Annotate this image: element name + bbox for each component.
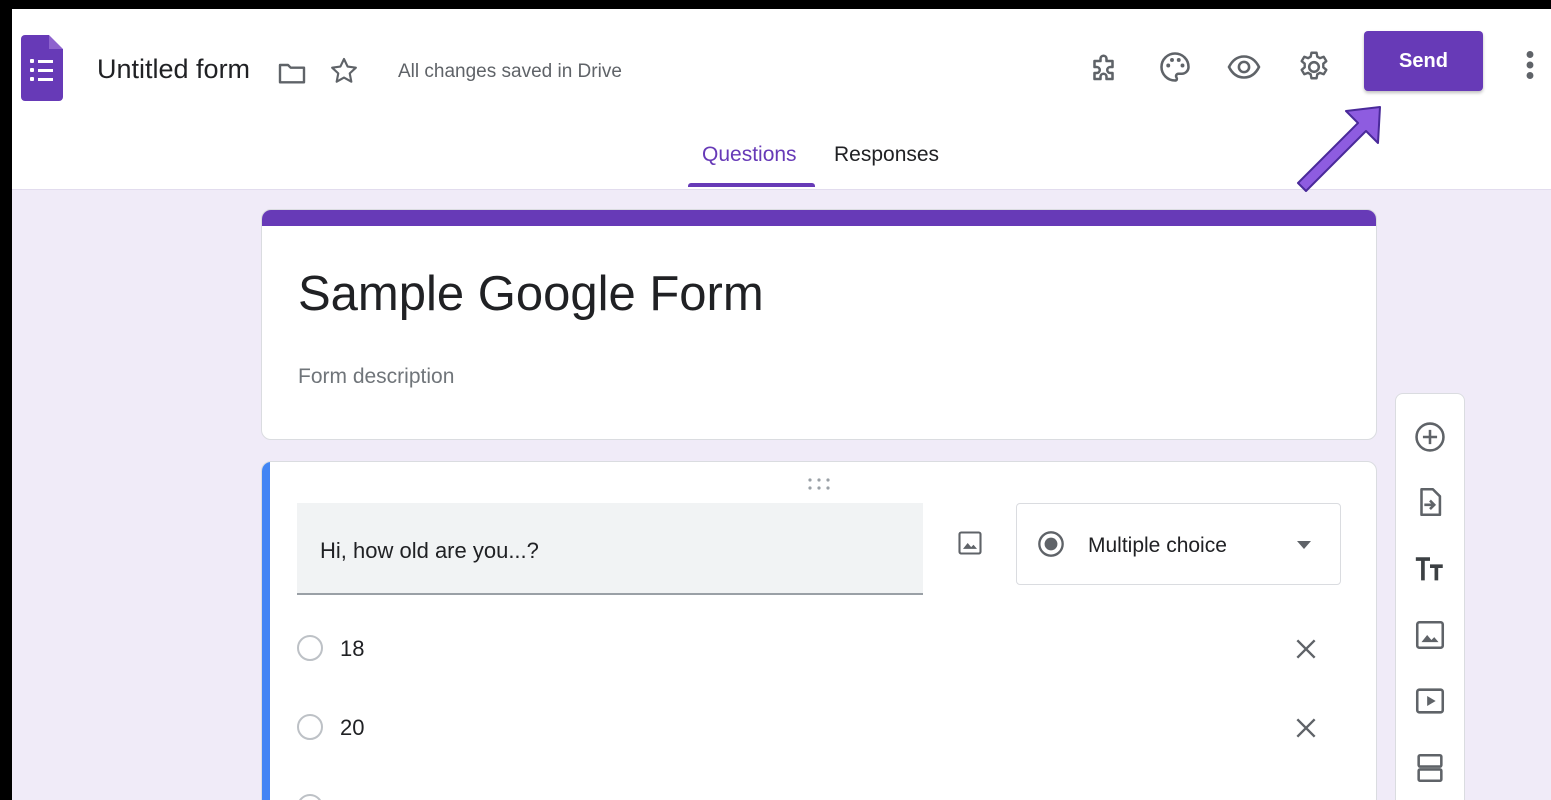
add-image-icon[interactable] bbox=[956, 529, 984, 557]
close-icon[interactable] bbox=[1293, 636, 1319, 662]
question-type-label: Multiple choice bbox=[1088, 534, 1227, 557]
option-radio[interactable] bbox=[297, 714, 323, 740]
tab-questions[interactable]: Questions bbox=[702, 143, 797, 167]
header: Untitled form All changes saved in Drive… bbox=[12, 9, 1551, 192]
question-focus-bar bbox=[262, 462, 270, 800]
question-type-dropdown[interactable]: Multiple choice bbox=[1016, 503, 1341, 585]
card-accent-bar bbox=[262, 210, 1376, 226]
option-radio[interactable] bbox=[297, 794, 323, 800]
star-icon[interactable] bbox=[328, 55, 360, 87]
save-status: All changes saved in Drive bbox=[398, 61, 622, 82]
more-vert-icon[interactable] bbox=[1520, 47, 1540, 83]
google-forms-logo-icon[interactable] bbox=[21, 35, 63, 101]
close-icon[interactable] bbox=[1293, 715, 1319, 741]
settings-gear-icon[interactable] bbox=[1296, 49, 1332, 85]
add-image-icon[interactable] bbox=[1413, 618, 1447, 652]
form-header-card: Sample Google Form Form description bbox=[261, 209, 1377, 440]
option-label[interactable]: 18 bbox=[340, 636, 364, 662]
dropdown-caret-icon bbox=[1297, 541, 1311, 549]
form-description-field[interactable]: Form description bbox=[298, 365, 454, 389]
add-question-icon[interactable] bbox=[1413, 420, 1447, 454]
side-toolbar bbox=[1395, 393, 1465, 800]
annotation-arrow-icon bbox=[1297, 106, 1381, 192]
option-label[interactable]: 20 bbox=[340, 715, 364, 741]
tab-responses[interactable]: Responses bbox=[834, 143, 939, 167]
form-title[interactable]: Sample Google Form bbox=[298, 266, 764, 322]
drag-handle-icon[interactable] bbox=[806, 476, 832, 492]
add-ons-icon[interactable] bbox=[1087, 49, 1123, 85]
add-video-icon[interactable] bbox=[1413, 684, 1447, 718]
form-name[interactable]: Untitled form bbox=[97, 54, 250, 85]
send-button[interactable]: Send bbox=[1364, 31, 1483, 91]
folder-icon[interactable] bbox=[276, 57, 308, 89]
app-frame: Untitled form All changes saved in Drive… bbox=[12, 9, 1551, 800]
active-tab-indicator bbox=[688, 183, 815, 187]
add-title-icon[interactable] bbox=[1413, 552, 1447, 586]
add-section-icon[interactable] bbox=[1413, 751, 1447, 785]
preview-eye-icon[interactable] bbox=[1226, 49, 1262, 85]
palette-icon[interactable] bbox=[1157, 49, 1193, 85]
question-card[interactable]: Hi, how old are you...? Multiple choice … bbox=[261, 461, 1377, 800]
question-title-input[interactable]: Hi, how old are you...? bbox=[297, 503, 923, 595]
question-text: Hi, how old are you...? bbox=[320, 538, 539, 563]
option-radio[interactable] bbox=[297, 635, 323, 661]
import-questions-icon[interactable] bbox=[1413, 485, 1447, 519]
radio-checked-icon bbox=[1038, 531, 1064, 557]
